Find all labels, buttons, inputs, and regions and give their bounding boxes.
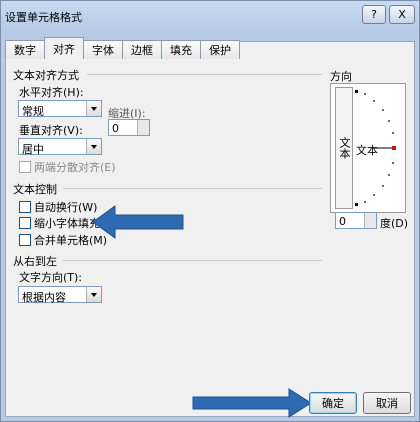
justify-distributed-checkbox[interactable]: 两端分散对齐(E) [19,159,116,175]
checkbox-icon [19,201,31,213]
dial-dot [392,162,394,164]
horizontal-align-select[interactable]: 常规 [18,100,102,118]
tab-border[interactable]: 边框 [122,40,162,59]
vertical-align-label: 垂直对齐(V): [19,124,83,137]
rtl-divider [63,260,322,261]
dial-dot [388,174,390,176]
dial-dot [388,120,390,122]
justify-distributed-label: 两端分散对齐(E) [34,161,116,174]
dial-marker [392,146,396,150]
pointer-arrow-icon [192,388,312,418]
checkbox-icon [19,234,31,246]
checkbox-icon [19,161,31,173]
pointer-arrow-icon [93,205,184,239]
dropdown-arrow-icon[interactable] [86,287,101,302]
degrees-label: 度(D) [380,217,409,230]
text-direction-select[interactable]: 根据内容 [18,286,102,304]
text-control-divider [63,188,322,189]
indent-spinner[interactable]: 0 [108,119,150,136]
degrees-value: 0 [339,215,346,228]
dial-dot [364,201,366,203]
horizontal-text-label: 文本 [356,144,378,157]
text-align-title: 文本对齐方式 [13,69,79,82]
tab-font[interactable]: 字体 [83,40,123,59]
dial-dot [355,90,358,93]
tab-strip: 数字 对齐 字体 边框 填充 保护 [5,37,240,60]
spin-arrows-icon[interactable] [364,213,376,228]
dropdown-arrow-icon[interactable] [86,101,101,116]
dropdown-arrow-icon[interactable] [86,139,101,154]
dial-dot [355,203,358,206]
title-bar: 设置单元格格式 ? X [1,1,419,29]
dial-dot [373,194,375,196]
orientation-title: 方向 [330,70,352,83]
text-control-title: 文本控制 [13,183,57,196]
horizontal-align-label: 水平对齐(H): [19,86,84,99]
orientation-panel[interactable]: 文本 文本 [330,83,406,213]
ok-button-label: 确定 [322,397,344,410]
tab-alignment[interactable]: 对齐 [44,37,84,59]
close-button[interactable]: X [389,5,415,24]
text-direction-value: 根据内容 [22,291,66,304]
dial-dot [392,132,394,134]
vertical-align-value: 居中 [22,143,44,156]
rtl-title: 从右到左 [13,255,57,268]
wrap-text-checkbox[interactable]: 自动换行(W) [19,199,97,215]
text-align-divider [87,74,322,75]
tab-number[interactable]: 数字 [5,40,45,59]
dial-dot [364,93,366,95]
tab-fill[interactable]: 填充 [161,40,201,59]
help-button[interactable]: ? [362,5,386,24]
tab-protection[interactable]: 保护 [200,40,240,59]
checkbox-icon [19,217,31,229]
dialog-title: 设置单元格格式 [5,11,82,24]
text-direction-label: 文字方向(T): [19,271,83,284]
help-icon: ? [371,8,377,21]
indent-value: 0 [112,122,119,135]
format-cells-dialog: 设置单元格格式 ? X 数字 对齐 字体 边框 填充 保护 文本对齐方式 水平对… [0,0,420,422]
ok-button[interactable]: 确定 [309,392,357,414]
close-icon: X [398,8,406,21]
cancel-button-label: 取消 [376,397,398,410]
dial-dot [382,185,384,187]
cancel-button[interactable]: 取消 [363,392,411,414]
spin-arrows-icon[interactable] [137,120,149,135]
wrap-text-label: 自动换行(W) [34,201,98,214]
vertical-align-select[interactable]: 居中 [18,138,102,156]
degrees-spinner[interactable]: 0 [335,212,377,229]
dial-dot [373,100,375,102]
dial-dot [382,109,384,111]
horizontal-align-value: 常规 [22,105,44,118]
